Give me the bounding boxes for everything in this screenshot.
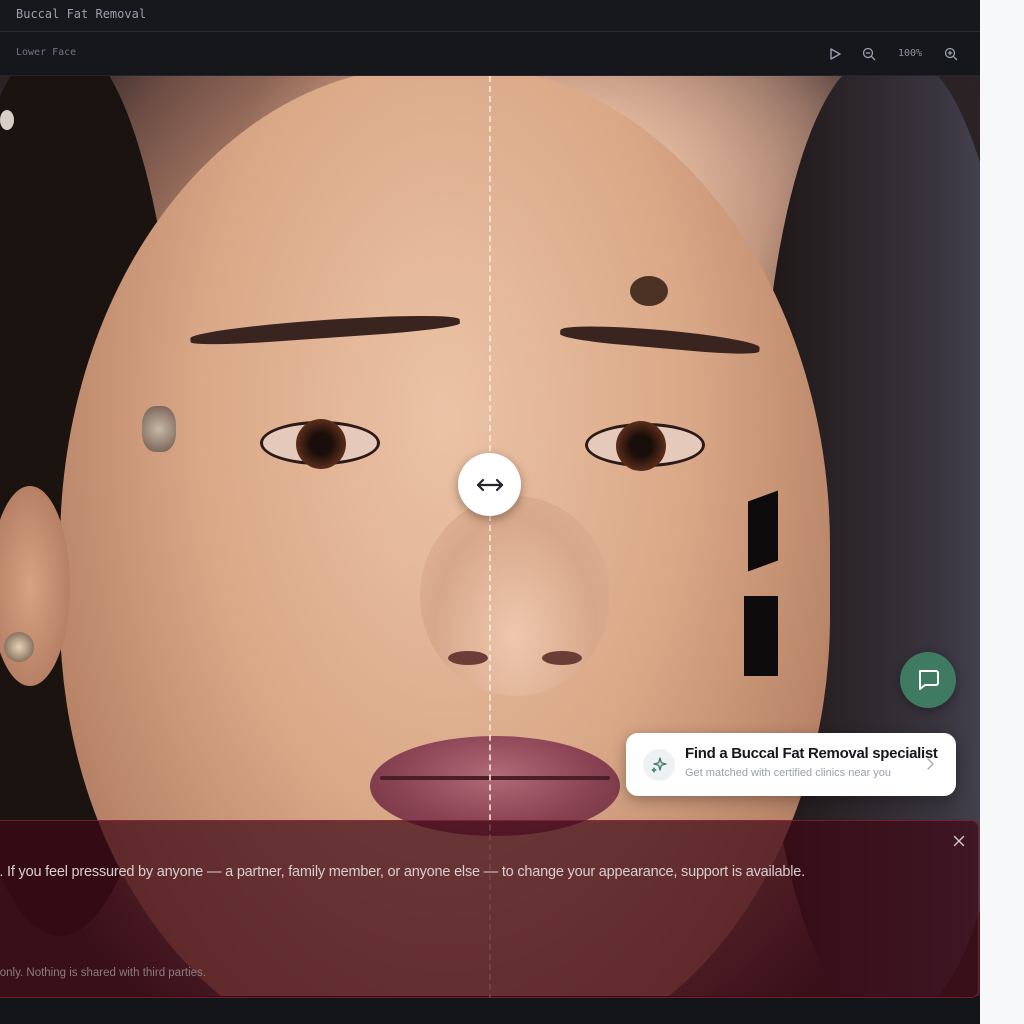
toolbar: Lower Face 100%: [0, 33, 980, 76]
earring: [4, 632, 34, 662]
mole: [630, 276, 668, 306]
title-bar: Buccal Fat Removal: [0, 0, 980, 32]
blemish: [142, 406, 176, 452]
right-panel-edge: [980, 0, 1024, 1024]
card-subtitle: Get matched with certified clinics near …: [685, 767, 892, 779]
zoom-out-button[interactable]: [858, 43, 880, 65]
right-iris: [616, 421, 666, 471]
play-icon: [830, 48, 841, 60]
right-nostril: [542, 651, 582, 665]
lip-line: [380, 776, 610, 780]
nose: [420, 496, 610, 696]
safety-notice-message-text: oice. If you feel pressured by anyone — …: [0, 864, 805, 880]
privacy-note: only. Nothing is shared with third parti…: [0, 967, 300, 983]
safety-notice-message: oice. If you feel pressured by anyone — …: [0, 864, 980, 884]
chat-bubble-icon: [918, 670, 939, 690]
privacy-note-text: only. Nothing is shared with third parti…: [0, 967, 206, 979]
app-title: Buccal Fat Removal: [16, 7, 147, 21]
zoom-in-button[interactable]: [940, 43, 962, 65]
region-label: Lower Face: [16, 47, 77, 58]
specialist-card[interactable]: Find a Buccal Fat Removal specialist Get…: [626, 733, 956, 796]
sparkles-icon: [651, 757, 667, 773]
app-window: Buccal Fat Removal Lower Face 100% oice.…: [0, 0, 980, 1024]
card-title: Find a Buccal Fat Removal specialist: [685, 745, 938, 762]
blemish-top: [0, 110, 14, 130]
left-right-arrow-icon: [476, 478, 503, 491]
chat-button[interactable]: [900, 652, 956, 708]
zoom-level: 100%: [897, 48, 923, 59]
edit-artifact: [748, 490, 778, 572]
chevron-right-icon: [927, 758, 934, 770]
notice-close-button[interactable]: [949, 831, 969, 851]
bottom-bar: [0, 998, 980, 1024]
play-button[interactable]: [824, 43, 846, 65]
left-iris: [296, 419, 346, 469]
left-nostril: [448, 651, 488, 665]
compare-slider-handle[interactable]: [458, 453, 521, 516]
card-icon: [643, 749, 675, 781]
close-icon: [953, 835, 965, 847]
zoom-in-icon: [944, 47, 958, 61]
zoom-out-icon: [862, 47, 876, 61]
edit-artifact-lower: [744, 596, 778, 676]
